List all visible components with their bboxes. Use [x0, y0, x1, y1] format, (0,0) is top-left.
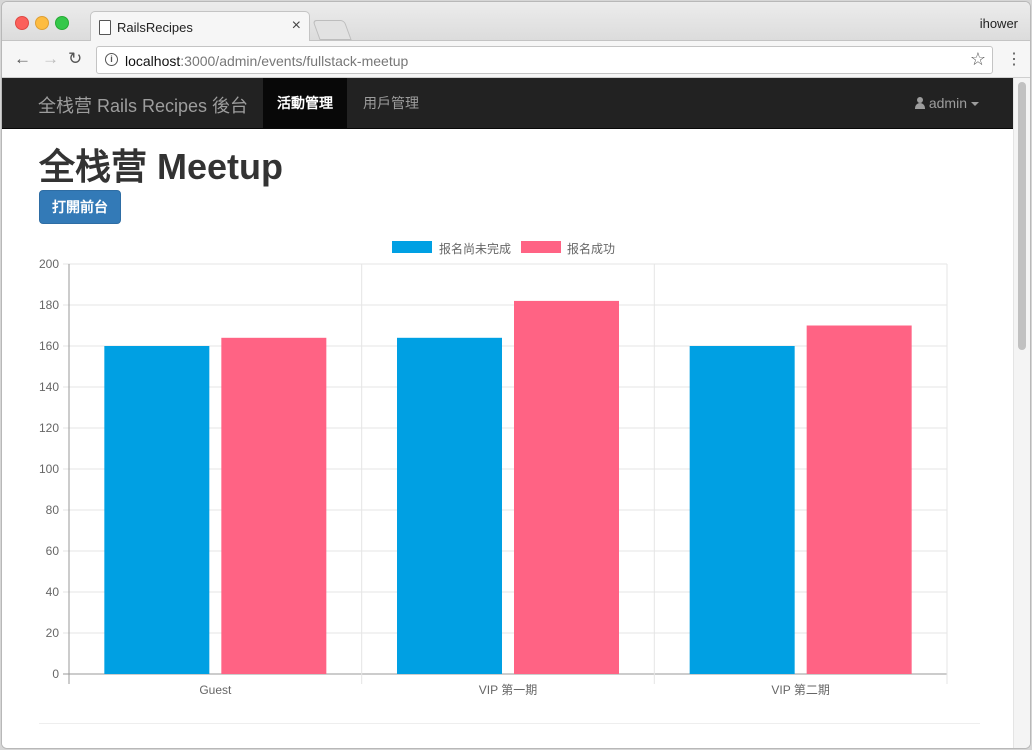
tab-title: RailsRecipes: [117, 20, 193, 35]
y-tick-label: 80: [46, 503, 60, 517]
forward-arrow-icon[interactable]: →: [42, 49, 59, 69]
page-scrollbar[interactable]: [1013, 78, 1030, 748]
x-tick-label: VIP 第一期: [479, 683, 537, 697]
page-content: 全栈营 Rails Recipes 後台 活動管理 用戶管理 admin 全栈营…: [2, 78, 1013, 748]
browser-toolbar: ← → ↻ i localhost:3000/admin/events/full…: [2, 41, 1030, 78]
close-tab-icon[interactable]: ×: [292, 17, 301, 35]
browser-tab[interactable]: RailsRecipes ×: [90, 11, 310, 42]
profile-name[interactable]: ihower: [980, 16, 1018, 31]
bar-success: [221, 337, 327, 674]
browser-window: RailsRecipes × ihower ← → ↻ i localhost:…: [2, 2, 1030, 748]
bar-pending: [104, 346, 210, 674]
x-tick-label: Guest: [199, 683, 232, 697]
browser-menu-icon[interactable]: ⋮: [1006, 49, 1022, 69]
caret-down-icon: [971, 102, 979, 107]
content-divider: [39, 723, 980, 724]
y-tick-label: 160: [39, 339, 59, 353]
bar-success: [806, 325, 912, 674]
user-menu-dropdown[interactable]: admin: [914, 78, 979, 128]
user-icon: [914, 97, 925, 109]
bar-success: [514, 300, 619, 674]
y-tick-label: 200: [39, 258, 59, 271]
address-bar[interactable]: i localhost:3000/admin/events/fullstack-…: [96, 46, 993, 74]
legend-label-pending: 报名尚未完成: [439, 242, 512, 256]
nav-item-users[interactable]: 用戶管理: [363, 78, 419, 128]
back-arrow-icon[interactable]: ←: [14, 49, 31, 69]
info-icon[interactable]: i: [105, 53, 118, 66]
minimize-window-button[interactable]: [35, 16, 49, 30]
legend-swatch-success: [521, 241, 561, 253]
scrollbar-thumb[interactable]: [1018, 82, 1026, 350]
open-frontend-button[interactable]: 打開前台: [39, 190, 121, 224]
maximize-window-button[interactable]: [55, 16, 69, 30]
user-menu-label: admin: [928, 95, 967, 111]
close-window-button[interactable]: [15, 16, 29, 30]
legend-label-success: 报名成功: [567, 242, 616, 256]
url-path: :3000/admin/events/fullstack-meetup: [180, 53, 409, 69]
new-tab-button[interactable]: [312, 20, 352, 40]
x-tick-label: VIP 第二期: [771, 683, 829, 697]
y-tick-label: 180: [39, 298, 59, 312]
bar-pending: [689, 346, 795, 674]
y-tick-label: 20: [46, 626, 60, 640]
url-text[interactable]: localhost:3000/admin/events/fullstack-me…: [125, 53, 408, 69]
page-title: 全栈营 Meetup: [39, 146, 284, 187]
admin-navbar: 全栈营 Rails Recipes 後台 活動管理 用戶管理 admin: [2, 78, 1013, 129]
title-bar: RailsRecipes × ihower: [2, 2, 1030, 42]
reload-icon[interactable]: ↻: [68, 49, 82, 69]
url-host: localhost: [125, 53, 181, 69]
document-icon: [99, 20, 111, 35]
y-tick-label: 0: [52, 667, 59, 681]
y-tick-label: 40: [46, 585, 60, 599]
registration-bar-chart: 0 20 40 60 80 100 120 140 160 180 200 Guest VIP 第一期 V…: [39, 258, 948, 697]
y-tick-label: 60: [46, 544, 60, 558]
y-tick-label: 100: [39, 462, 59, 476]
legend-swatch-pending: [392, 241, 432, 253]
bar-pending: [397, 337, 502, 674]
y-tick-label: 120: [39, 421, 59, 435]
navbar-brand[interactable]: 全栈营 Rails Recipes 後台: [38, 92, 248, 118]
nav-item-events[interactable]: 活動管理: [263, 78, 347, 128]
y-tick-label: 140: [39, 380, 59, 394]
bookmark-star-icon[interactable]: ☆: [970, 49, 986, 70]
